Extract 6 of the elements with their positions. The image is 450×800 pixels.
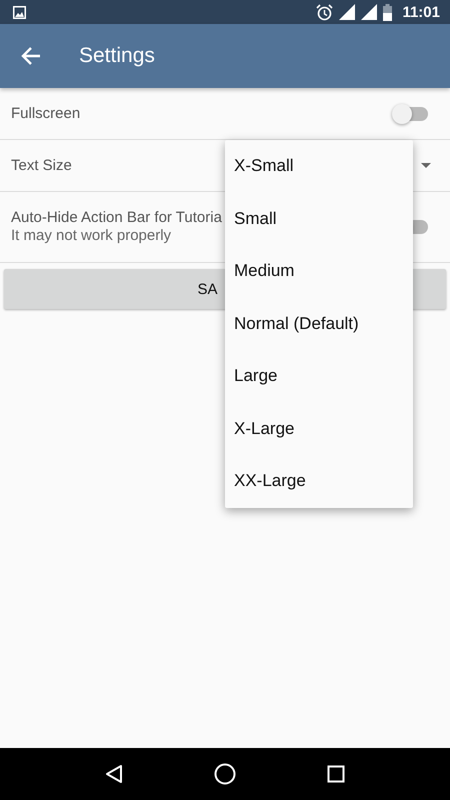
setting-label: Text Size (11, 156, 72, 174)
screen-title: Settings (79, 44, 155, 68)
setting-label: Fullscreen (11, 104, 80, 122)
status-time: 11:01 (402, 4, 440, 20)
setting-summary: It may not work properly (11, 227, 172, 245)
setting-label: Auto-Hide Action Bar for Tutoria (11, 209, 222, 227)
